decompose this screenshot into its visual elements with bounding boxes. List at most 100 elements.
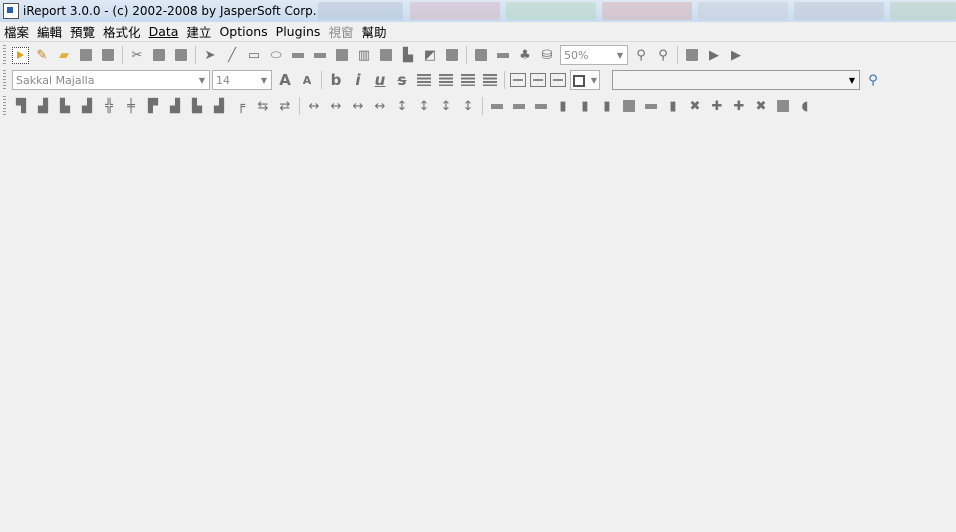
strikethrough-icon[interactable]: s xyxy=(393,71,411,89)
static-text-tool-icon[interactable] xyxy=(289,46,307,64)
copy-icon[interactable] xyxy=(150,46,168,64)
report-fields-icon[interactable] xyxy=(494,46,512,64)
subreport-tool-icon[interactable] xyxy=(443,46,461,64)
align-right-margin-icon[interactable]: ▟ xyxy=(210,97,228,115)
align-to-band-icon[interactable]: ╒ xyxy=(232,97,250,115)
same-width-min-icon[interactable]: ↔ xyxy=(349,97,367,115)
zoom-select[interactable]: 50% ▼ xyxy=(560,45,628,65)
menu-window[interactable]: 視窗 xyxy=(324,22,357,41)
same-height-icon[interactable]: ↕ xyxy=(393,97,411,115)
menu-plugins[interactable]: Plugins xyxy=(272,24,325,39)
decrease-font-icon[interactable]: A xyxy=(298,71,316,89)
align-bottoms-icon[interactable]: ▟ xyxy=(34,97,52,115)
zoom-in-icon[interactable]: ⚲ xyxy=(632,46,650,64)
menu-format[interactable]: 格式化 xyxy=(99,22,145,41)
send-to-back-icon[interactable]: ◖ xyxy=(796,97,814,115)
toolbar-grip[interactable] xyxy=(3,70,6,90)
align-top-band-icon[interactable]: ▛ xyxy=(144,97,162,115)
move-right-icon[interactable]: ⇄ xyxy=(276,97,294,115)
align-lefts-icon[interactable]: ▙ xyxy=(56,97,74,115)
same-width-max-icon[interactable]: ↔ xyxy=(327,97,345,115)
increase-v-space-icon[interactable]: ▮ xyxy=(576,97,594,115)
new-report-icon[interactable] xyxy=(12,46,29,64)
menu-options[interactable]: Options xyxy=(215,24,271,39)
valign-bottom-icon[interactable] xyxy=(550,73,566,87)
font-size-select[interactable]: 14 ▼ xyxy=(212,70,272,90)
bring-to-front-icon[interactable] xyxy=(774,97,792,115)
valign-top-icon[interactable] xyxy=(510,73,526,87)
align-justify-icon[interactable] xyxy=(437,71,455,89)
bold-icon[interactable]: b xyxy=(327,71,345,89)
border-select[interactable]: ▼ xyxy=(570,70,600,90)
separator xyxy=(122,46,123,64)
center-h-icon[interactable]: ✚ xyxy=(708,97,726,115)
paste-icon[interactable] xyxy=(172,46,190,64)
chart-tool-icon[interactable]: ▙ xyxy=(399,46,417,64)
compile-icon[interactable] xyxy=(683,46,701,64)
run-report-icon[interactable]: ▶ xyxy=(705,46,723,64)
barcode-tool-icon[interactable]: ▥ xyxy=(355,46,373,64)
same-height-zero-icon[interactable]: ↕ xyxy=(459,97,477,115)
decrease-h-space-icon[interactable] xyxy=(532,97,550,115)
pointer-icon[interactable]: ➤ xyxy=(201,46,219,64)
align-rights-icon[interactable]: ▟ xyxy=(78,97,96,115)
valign-middle-icon[interactable] xyxy=(530,73,546,87)
align-horizontal-center-icon[interactable]: ╪ xyxy=(122,97,140,115)
align-left-icon[interactable] xyxy=(415,71,433,89)
menu-help[interactable]: 幫助 xyxy=(357,22,390,41)
align-vertical-center-icon[interactable]: ╬ xyxy=(100,97,118,115)
image-tool-icon[interactable] xyxy=(333,46,351,64)
wizard-icon[interactable]: ✎ xyxy=(33,46,51,64)
decrease-v-space-icon[interactable]: ▮ xyxy=(598,97,616,115)
run-datasource-icon[interactable]: ▶ xyxy=(727,46,745,64)
same-size-icon[interactable] xyxy=(642,97,660,115)
save-all-icon[interactable] xyxy=(99,46,117,64)
font-name-select[interactable]: Sakkal Majalla ▼ xyxy=(12,70,210,90)
remove-space-icon[interactable] xyxy=(620,97,638,115)
equal-h-space-icon[interactable] xyxy=(488,97,506,115)
cut-icon[interactable]: ✂ xyxy=(128,46,146,64)
menu-data[interactable]: Data xyxy=(145,24,183,39)
center-in-band-icon[interactable]: ✖ xyxy=(686,97,704,115)
italic-icon[interactable]: i xyxy=(349,71,367,89)
toolbar-grip[interactable] xyxy=(3,96,6,116)
line-tool-icon[interactable]: ╱ xyxy=(223,46,241,64)
move-left-icon[interactable]: ⇆ xyxy=(254,97,272,115)
menu-preview[interactable]: 預覽 xyxy=(66,22,99,41)
same-width-zero-icon[interactable]: ↔ xyxy=(371,97,389,115)
increase-font-icon[interactable]: A xyxy=(276,71,294,89)
center-both-icon[interactable]: ✖ xyxy=(752,97,770,115)
underline-icon[interactable]: u xyxy=(371,71,389,89)
same-height-min-icon[interactable]: ↕ xyxy=(437,97,455,115)
title-bar: iReport 3.0.0 - (c) 2002-2008 by JasperS… xyxy=(0,0,956,22)
open-folder-icon[interactable]: ▰ xyxy=(55,46,73,64)
align-left-margin-icon[interactable]: ▙ xyxy=(188,97,206,115)
chevron-down-icon: ▼ xyxy=(198,75,206,85)
menu-edit[interactable]: 編輯 xyxy=(33,22,66,41)
report-selector[interactable]: ▼ xyxy=(612,70,860,90)
align-tops-icon[interactable]: ▜ xyxy=(12,97,30,115)
save-icon[interactable] xyxy=(77,46,95,64)
report-query-icon[interactable] xyxy=(472,46,490,64)
same-width-icon[interactable]: ↔ xyxy=(305,97,323,115)
align-center-icon[interactable] xyxy=(459,71,477,89)
crosstab-tool-icon[interactable]: ◩ xyxy=(421,46,439,64)
zoom-out-icon[interactable]: ⚲ xyxy=(654,46,672,64)
align-right-icon[interactable] xyxy=(481,71,499,89)
find-icon[interactable]: ⚲ xyxy=(864,71,882,89)
toolbar-grip[interactable] xyxy=(3,45,6,65)
menu-build[interactable]: 建立 xyxy=(182,22,215,41)
align-bottom-band-icon[interactable]: ▟ xyxy=(166,97,184,115)
database-icon[interactable]: ⛁ xyxy=(538,46,556,64)
equal-v-space-icon[interactable]: ▮ xyxy=(554,97,572,115)
ellipse-tool-icon[interactable]: ⬭ xyxy=(267,46,285,64)
text-field-tool-icon[interactable] xyxy=(311,46,329,64)
increase-h-space-icon[interactable] xyxy=(510,97,528,115)
menu-file[interactable]: 檔案 xyxy=(0,22,33,41)
frame-tool-icon[interactable] xyxy=(377,46,395,64)
report-groups-icon[interactable]: ♣ xyxy=(516,46,534,64)
same-size-v-icon[interactable]: ▮ xyxy=(664,97,682,115)
rectangle-tool-icon[interactable]: ▭ xyxy=(245,46,263,64)
same-height-max-icon[interactable]: ↕ xyxy=(415,97,433,115)
center-v-icon[interactable]: ✚ xyxy=(730,97,748,115)
